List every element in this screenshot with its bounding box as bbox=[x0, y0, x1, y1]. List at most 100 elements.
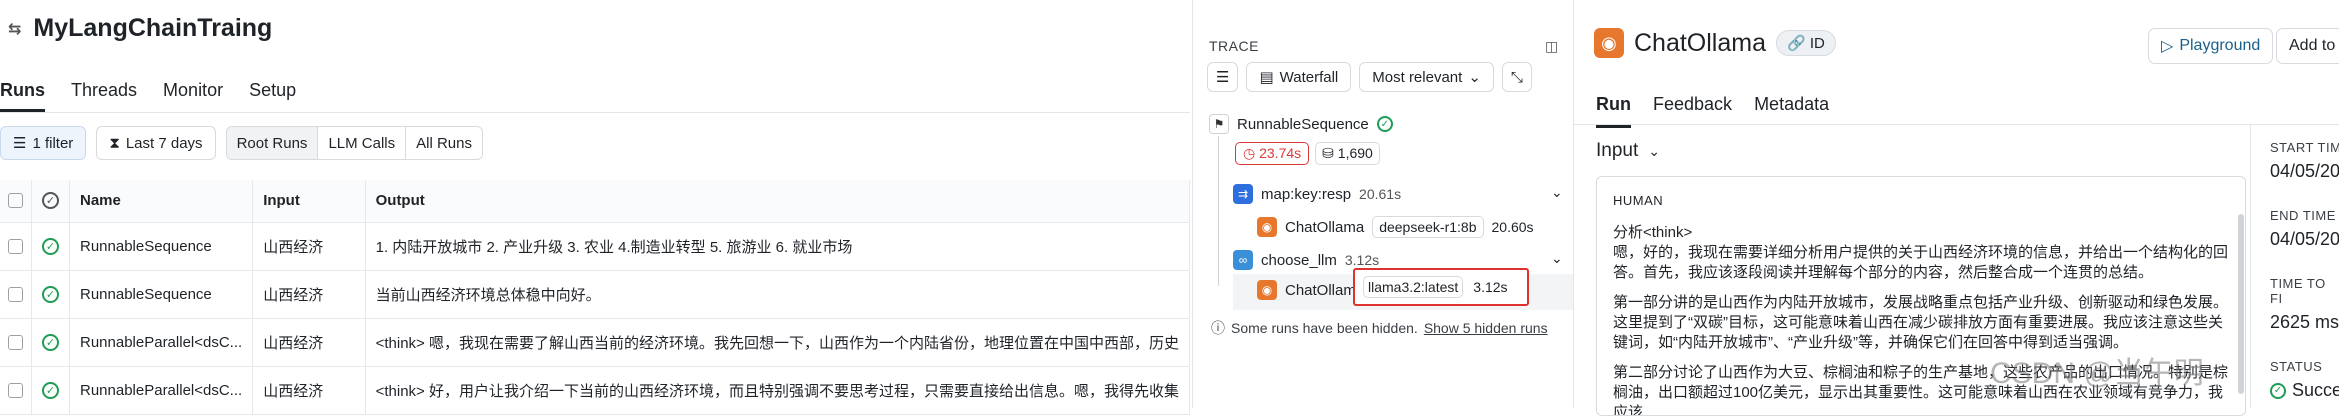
hourglass-icon: ⧗ bbox=[109, 134, 120, 152]
lambda-icon: ∞ bbox=[1233, 250, 1253, 270]
trace-node-root[interactable]: ⚑ RunnableSequence ✓ bbox=[1209, 114, 1393, 134]
row-output: <think> 嗯，我现在需要了解山西当前的经济环境。我先回想一下，山西作为一个… bbox=[365, 318, 1191, 367]
project-icon: ⇆ bbox=[8, 20, 22, 38]
tab-threads[interactable]: Threads bbox=[71, 72, 137, 112]
llm-calls-option[interactable]: LLM Calls bbox=[318, 127, 407, 159]
input-section-header[interactable]: Input ⌄ bbox=[1596, 140, 1660, 162]
sort-select[interactable]: Most relevant ⌄ bbox=[1359, 62, 1494, 92]
table-header: ✓ Name Input Output bbox=[0, 180, 1191, 223]
tab-feedback[interactable]: Feedback bbox=[1653, 86, 1732, 128]
status-value: ✓ Succe bbox=[2270, 380, 2339, 401]
row-output: 当前山西经济环境总体稳中向好。 bbox=[365, 270, 1191, 319]
table-row[interactable]: ✓ RunnableSequence 山西经济 1. 内陆开放城市 2. 产业升… bbox=[0, 222, 1191, 271]
highlight-box: llama3.2:latest 3.12s bbox=[1353, 268, 1529, 306]
row-checkbox[interactable] bbox=[8, 286, 23, 302]
select-all-checkbox[interactable] bbox=[8, 193, 23, 209]
root-stats: ◷ 23.74s ⛁ 1,690 bbox=[1235, 142, 1380, 165]
collapse-all-button[interactable]: ⤡ bbox=[1501, 62, 1532, 92]
detail-title: ChatOllama bbox=[1634, 28, 1766, 57]
filter-bar: ☰ 1 filter ⧗ Last 7 days Root Runs LLM C… bbox=[0, 126, 483, 160]
tab-setup[interactable]: Setup bbox=[249, 72, 296, 112]
parallel-icon: ⇉ bbox=[1233, 184, 1253, 204]
collapse-panel-icon[interactable]: ◫ bbox=[1545, 38, 1558, 55]
view-mode-button[interactable]: ▤ Waterfall bbox=[1246, 62, 1352, 92]
waterfall-icon: ▤ bbox=[1259, 69, 1274, 86]
status-text: Succe bbox=[2292, 380, 2339, 400]
message-paragraph: 嗯，好的，我现在需要详细分析用户提供的关于山西经济环境的信息，并给出一个结构化的… bbox=[1613, 244, 2229, 281]
message-paragraph: 分析<think> bbox=[1613, 224, 1693, 241]
llm-icon: ◉ bbox=[1257, 217, 1277, 237]
success-icon: ✓ bbox=[42, 333, 59, 351]
add-to-button[interactable]: Add to bbox=[2276, 28, 2339, 64]
time-range-label: Last 7 days bbox=[125, 134, 203, 152]
playground-button[interactable]: ▷ Playground bbox=[2148, 28, 2274, 64]
node-latency: 20.60s bbox=[1491, 219, 1534, 235]
row-name: RunnableParallel<dsC... bbox=[69, 318, 254, 367]
row-name: RunnableSequence bbox=[69, 270, 254, 319]
hidden-runs-text: Some runs have been hidden. bbox=[1231, 320, 1418, 336]
node-latency: 3.12s bbox=[1473, 279, 1508, 295]
row-input: 山西经济 bbox=[252, 318, 366, 367]
row-checkbox[interactable] bbox=[8, 238, 23, 254]
tab-run[interactable]: Run bbox=[1596, 86, 1631, 128]
tabs-divider bbox=[0, 112, 1190, 113]
model-badge: llama3.2:latest bbox=[1363, 276, 1464, 298]
run-metadata: START TIM 04/05/20 END TIME 04/05/20 TIM… bbox=[2270, 140, 2339, 401]
success-icon: ✓ bbox=[1376, 116, 1393, 132]
table-row[interactable]: ✓ RunnableSequence 山西经济 当前山西经济环境总体稳中向好。 bbox=[0, 270, 1191, 319]
llm-icon: ◉ bbox=[1257, 280, 1277, 300]
filter-icon: ☰ bbox=[1216, 69, 1230, 86]
detail-tabs-divider bbox=[1574, 124, 2339, 125]
table-row[interactable]: ✓ RunnableParallel<dsC... 山西经济 <think> 嗯… bbox=[0, 318, 1191, 367]
show-hidden-runs-link[interactable]: Show 5 hidden runs bbox=[1424, 320, 1548, 336]
tree-line bbox=[1218, 136, 1219, 286]
success-icon: ✓ bbox=[42, 237, 59, 255]
header-output[interactable]: Output bbox=[365, 180, 1191, 223]
trace-node-chatollama-1[interactable]: ◉ ChatOllama deepseek-r1:8b 20.60s bbox=[1257, 216, 1534, 238]
all-runs-option[interactable]: All Runs bbox=[406, 127, 482, 159]
playground-label: Playground bbox=[2179, 37, 2261, 54]
success-icon: ✓ bbox=[42, 285, 59, 303]
table-row[interactable]: ✓ RunnableParallel<dsC... 山西经济 <think> 好… bbox=[0, 366, 1191, 415]
trace-node-chatollama-2[interactable]: ◉ ChatOllama bbox=[1257, 280, 1364, 300]
model-badge: deepseek-r1:8b bbox=[1372, 216, 1484, 238]
end-time-label: END TIME bbox=[2270, 208, 2336, 223]
token-badge: ⛁ 1,690 bbox=[1315, 142, 1380, 165]
detail-tabs: Run Feedback Metadata bbox=[1596, 86, 1851, 128]
trace-node-choose[interactable]: ∞ choose_llm 3.12s bbox=[1233, 250, 1379, 270]
header-input[interactable]: Input bbox=[252, 180, 366, 223]
chevron-down-icon[interactable]: ⌄ bbox=[1551, 184, 1563, 201]
header-name[interactable]: Name bbox=[69, 180, 254, 223]
input-label: Input bbox=[1596, 140, 1639, 161]
trace-toolbar: ☰ ▤ Waterfall Most relevant ⌄ ⤡ bbox=[1207, 62, 1532, 92]
node-name: RunnableSequence bbox=[1237, 115, 1369, 133]
row-checkbox[interactable] bbox=[8, 334, 23, 350]
end-time-value: 04/05/20 bbox=[2270, 229, 2339, 249]
tab-runs[interactable]: Runs bbox=[0, 72, 45, 112]
arrows-collapse-icon: ⤡ bbox=[1510, 68, 1523, 86]
node-name: map:key:resp bbox=[1261, 185, 1352, 203]
chevron-down-icon: ⌄ bbox=[1648, 142, 1660, 159]
chevron-down-icon[interactable]: ⌄ bbox=[1551, 250, 1563, 267]
row-name: RunnableParallel<dsC... bbox=[69, 366, 254, 415]
node-latency: 3.12s bbox=[1344, 252, 1380, 268]
row-input: 山西经济 bbox=[252, 222, 366, 271]
runs-table: ✓ Name Input Output ✓ RunnableSequence 山… bbox=[0, 180, 1191, 415]
root-runs-option[interactable]: Root Runs bbox=[226, 127, 319, 159]
filter-button[interactable]: ☰ 1 filter bbox=[0, 126, 87, 160]
scrollbar[interactable] bbox=[2238, 214, 2244, 394]
row-checkbox[interactable] bbox=[8, 382, 23, 398]
project-title: MyLangChainTraing bbox=[33, 14, 273, 42]
row-name: RunnableSequence bbox=[69, 222, 254, 271]
trace-filter-button[interactable]: ☰ bbox=[1207, 62, 1239, 92]
id-badge[interactable]: 🔗 ID bbox=[1776, 30, 1836, 56]
trace-node-map[interactable]: ⇉ map:key:resp 20.61s bbox=[1233, 184, 1401, 204]
hidden-runs-note: ⓘ Some runs have been hidden. Show 5 hid… bbox=[1211, 318, 1548, 338]
chevron-down-icon: ⌄ bbox=[1468, 69, 1481, 86]
tab-metadata[interactable]: Metadata bbox=[1754, 86, 1829, 128]
tab-monitor[interactable]: Monitor bbox=[163, 72, 223, 112]
time-range-button[interactable]: ⧗ Last 7 days bbox=[96, 126, 216, 160]
role-label: HUMAN bbox=[1613, 193, 1664, 208]
run-type-toggle: Root Runs LLM Calls All Runs bbox=[225, 126, 483, 160]
start-time-label: START TIM bbox=[2270, 140, 2339, 155]
